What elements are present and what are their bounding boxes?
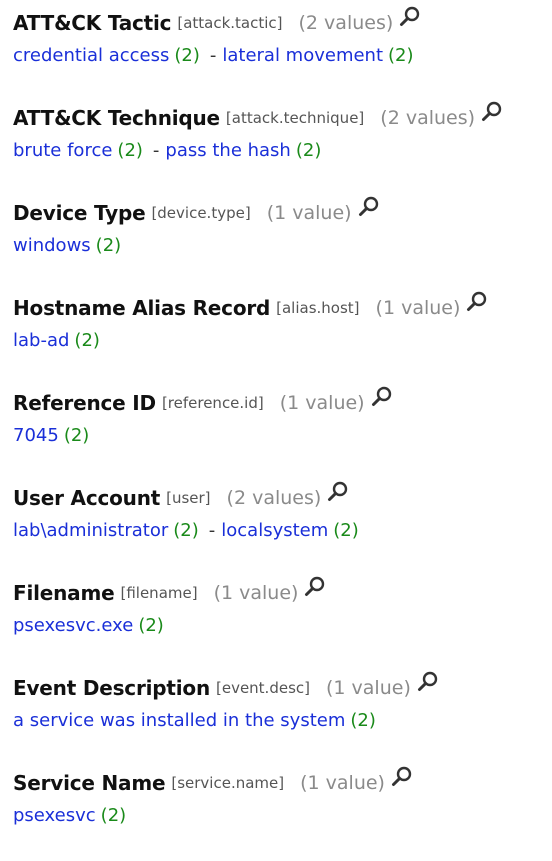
field-name: Event Description [13,676,210,700]
value-link[interactable]: a service was installed in the system [13,710,345,731]
value-link[interactable]: psexesvc [13,805,96,826]
value-link[interactable]: pass the hash [165,140,290,161]
value-link[interactable]: psexesvc.exe [13,615,133,636]
field-name: ATT&CK Technique [13,106,220,130]
field-header: Service Name [service.name] (1 value) [13,766,552,800]
field-key: [filename] [120,584,198,602]
value-count: (2) [63,424,90,446]
value-count: (2) [173,519,199,541]
field-key: [alias.host] [276,299,360,317]
field-value-count: (1 value) [326,677,411,699]
value-count: (2) [333,519,359,541]
magnifier-icon[interactable] [399,6,421,28]
field-header: Hostname Alias Record [alias.host] (1 va… [13,291,552,325]
magnifier-icon[interactable] [304,576,326,598]
value-link[interactable]: lateral movement [222,45,383,66]
field-values: a service was installed in the system (2) [13,705,552,735]
field-name: User Account [13,486,161,510]
field-header: ATT&CK Technique [attack.technique] (2 v… [13,101,552,135]
meta-field-6: Filename [filename] (1 value) psexesvc.e… [13,576,552,671]
field-header: ATT&CK Tactic [attack.tactic] (2 values) [13,6,552,40]
field-header: Reference ID [reference.id] (1 value) [13,386,552,420]
meta-field-7: Event Description [event.desc] (1 value)… [13,671,552,766]
field-values: 7045 (2) [13,420,552,450]
value-count: (2) [295,139,322,161]
value-separator: - [152,139,160,161]
magnifier-icon[interactable] [417,671,439,693]
field-name: Hostname Alias Record [13,296,271,320]
meta-field-0: ATT&CK Tactic [attack.tactic] (2 values)… [13,6,552,101]
field-name: Service Name [13,771,166,795]
field-name: ATT&CK Tactic [13,11,172,35]
value-count: (2) [388,44,414,66]
value-link[interactable]: lab\administrator [13,520,168,541]
field-name: Filename [13,581,115,605]
magnifier-icon[interactable] [358,196,380,218]
meta-field-8: Service Name [service.name] (1 value) ps… [13,766,552,861]
magnifier-icon[interactable] [481,101,503,123]
magnifier-icon[interactable] [371,386,393,408]
field-value-count: (2 values) [380,107,476,129]
field-value-count: (2 values) [226,487,322,509]
value-link[interactable]: windows [13,235,91,256]
field-header: Filename [filename] (1 value) [13,576,552,610]
field-name: Reference ID [13,391,156,415]
field-values: windows (2) [13,230,552,260]
value-count: (2) [95,234,122,256]
field-value-count: (1 value) [279,392,365,414]
field-values: lab\administrator (2) - localsystem (2) [13,515,552,545]
magnifier-icon[interactable] [327,481,349,503]
field-key: [attack.tactic] [177,14,283,32]
field-header: Device Type [device.type] (1 value) [13,196,552,230]
field-key: [event.desc] [215,679,310,697]
field-value-count: (2 values) [298,12,394,34]
value-link[interactable]: lab-ad [13,330,69,351]
value-count: (2) [174,44,200,66]
field-key: [reference.id] [161,394,264,412]
meta-field-2: Device Type [device.type] (1 value) wind… [13,196,552,291]
meta-field-1: ATT&CK Technique [attack.technique] (2 v… [13,101,552,196]
field-value-count: (1 value) [375,297,461,319]
field-value-count: (1 value) [213,582,299,604]
field-values: psexesvc (2) [13,800,552,830]
value-count: (2) [100,804,127,826]
value-link[interactable]: credential access [13,45,169,66]
meta-field-4: Reference ID [reference.id] (1 value) 70… [13,386,552,481]
field-value-count: (1 value) [266,202,352,224]
field-value-count: (1 value) [300,772,385,794]
value-count: (2) [117,139,143,161]
field-name: Device Type [13,201,146,225]
field-values: brute force (2) - pass the hash (2) [13,135,552,165]
value-link[interactable]: localsystem [221,520,328,541]
field-values: psexesvc.exe (2) [13,610,552,640]
magnifier-icon[interactable] [466,291,488,313]
field-key: [user] [166,489,211,507]
field-key: [service.name] [171,774,285,792]
field-header: Event Description [event.desc] (1 value) [13,671,552,705]
meta-field-3: Hostname Alias Record [alias.host] (1 va… [13,291,552,386]
magnifier-icon[interactable] [391,766,413,788]
value-separator: - [209,44,217,66]
value-count: (2) [138,614,164,636]
value-count: (2) [350,709,376,731]
value-separator: - [208,519,216,541]
value-link[interactable]: 7045 [13,425,59,446]
value-link[interactable]: brute force [13,140,112,161]
value-count: (2) [74,329,100,351]
field-key: [device.type] [151,204,251,222]
field-header: User Account [user] (2 values) [13,481,552,515]
field-values: lab-ad (2) [13,325,552,355]
field-key: [attack.technique] [225,109,365,127]
meta-value-list: ATT&CK Tactic [attack.tactic] (2 values)… [0,0,552,861]
meta-field-5: User Account [user] (2 values) lab\admin… [13,481,552,576]
field-values: credential access (2) - lateral movement (2) [13,40,552,70]
